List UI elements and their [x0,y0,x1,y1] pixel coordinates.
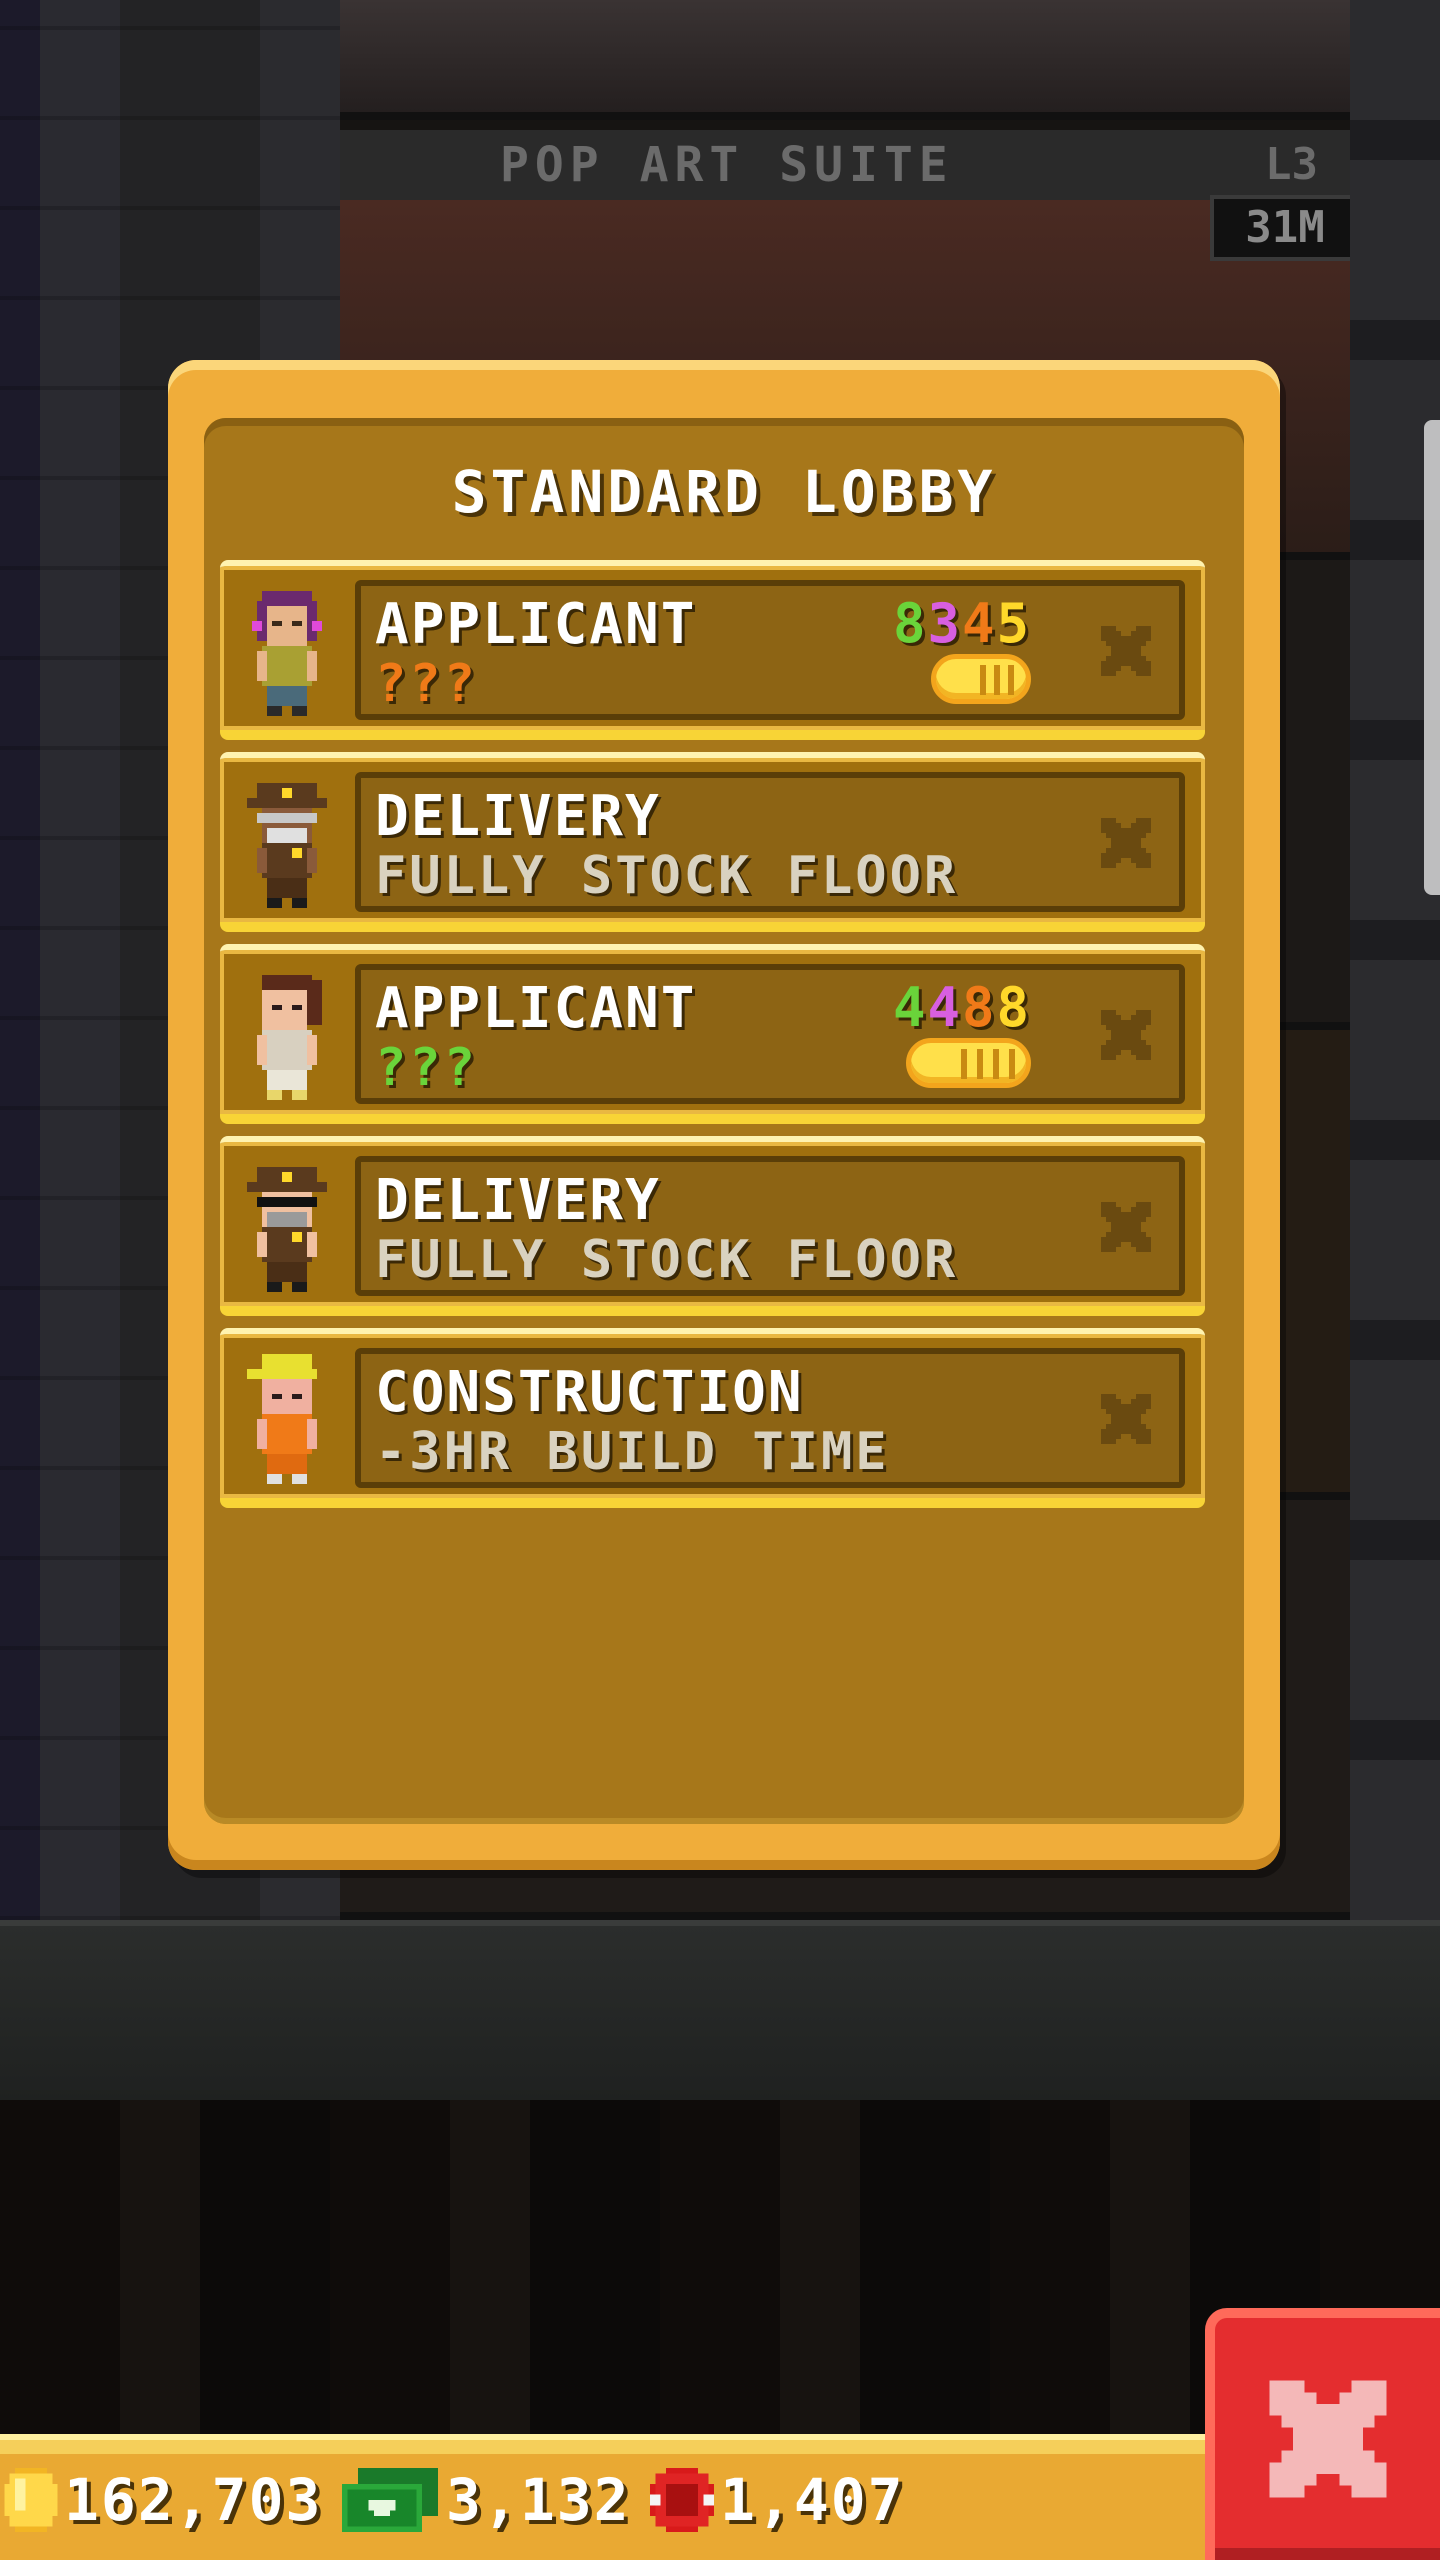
bux-counter: 3,132 [340,2460,631,2540]
currency-bar: 162,703 3,132 1,407 [0,2434,1205,2560]
visitor-detail-label: ??? [375,1038,478,1098]
visitor-type-label: DELIVERY [375,784,661,849]
dismiss-x-icon[interactable] [1096,1197,1156,1257]
skill-stat-service: 4 [927,976,962,1039]
delivery-man-glasses-avatar [232,768,342,918]
bux-value: 3,132 [446,2466,631,2534]
dialog-title: STANDARD LOBBY [451,458,997,526]
gold-coin-icon [4,2468,58,2532]
visitor-row-delivery[interactable]: DELIVERY FULLY STOCK FLOOR [220,1136,1205,1316]
visitor-type-label: APPLICANT [375,592,697,657]
visitor-row-applicant[interactable]: APPLICANT ??? 4488 [220,944,1205,1124]
dismiss-x-icon[interactable] [1096,1389,1156,1449]
tickets-value: 1,407 [720,2466,905,2534]
skill-stat-retail: 8 [996,976,1031,1039]
visitor-type-label: DELIVERY [375,1168,661,1233]
visitor-type-label: CONSTRUCTION [375,1360,804,1425]
visitor-detail-label: ??? [375,654,478,714]
visitor-type-label: APPLICANT [375,976,697,1041]
visitor-info-panel: CONSTRUCTION -3HR BUILD TIME [355,1348,1185,1488]
tickets-counter: 1,407 [650,2460,905,2540]
tower-right-wall [1350,0,1440,1920]
standard-lobby-dialog: STANDARD LOBBY APPLICANT ??? 8345 DELIVE… [168,360,1280,1870]
tower-floor-top [340,0,1350,120]
visitor-info-panel: APPLICANT ??? 8345 [355,580,1185,720]
dismiss-x-icon[interactable] [1096,621,1156,681]
dismiss-x-icon[interactable] [1096,813,1156,873]
applicant-skill-stats: 4488 [841,976,1031,1039]
visitor-info-panel: DELIVERY FULLY STOCK FLOOR [355,1156,1185,1296]
floor-level-tag: L3 [1265,139,1318,190]
delivery-man-sunglasses-avatar [232,1152,342,1302]
coin-pill-icon [931,654,1031,704]
dismiss-x-icon[interactable] [1096,1005,1156,1065]
applicant-skill-stats: 8345 [841,592,1031,655]
visitor-row-delivery[interactable]: DELIVERY FULLY STOCK FLOOR [220,752,1205,932]
floor-name-label: POP ART SUITE [340,130,1350,200]
tower-bux-icon [342,2468,438,2532]
skill-stat-retail: 5 [996,592,1031,655]
skill-stat-service: 3 [927,592,962,655]
visitor-row-applicant[interactable]: APPLICANT ??? 8345 [220,560,1205,740]
coins-value: 162,703 [64,2466,323,2534]
visitor-detail-label: FULLY STOCK FLOOR [375,1230,959,1290]
construction-worker-avatar [232,1344,342,1494]
close-x-icon [1269,2380,1386,2498]
applicant-woman-purple-hair-avatar [232,576,342,726]
skill-stat-food: 4 [892,976,928,1039]
visitor-info-panel: DELIVERY FULLY STOCK FLOOR [355,772,1185,912]
coins-counter: 162,703 [4,2460,322,2540]
close-button[interactable] [1205,2308,1440,2560]
lobby-strip [0,1920,1440,2100]
visitor-detail-label: FULLY STOCK FLOOR [375,846,959,906]
skill-stat-food: 8 [892,592,928,655]
skill-stat-recreation: 8 [961,976,997,1039]
visitor-detail-label: -3HR BUILD TIME [375,1422,890,1482]
coin-pill-icon [906,1038,1031,1088]
red-token-icon [650,2468,714,2532]
visitor-row-construction[interactable]: CONSTRUCTION -3HR BUILD TIME [220,1328,1205,1508]
applicant-woman-brown-hair-avatar [232,960,342,1110]
floor-badge: 31M [1210,195,1360,261]
side-drawer-handle[interactable] [1424,420,1440,895]
visitor-info-panel: APPLICANT ??? 4488 [355,964,1185,1104]
skill-stat-recreation: 4 [961,592,997,655]
